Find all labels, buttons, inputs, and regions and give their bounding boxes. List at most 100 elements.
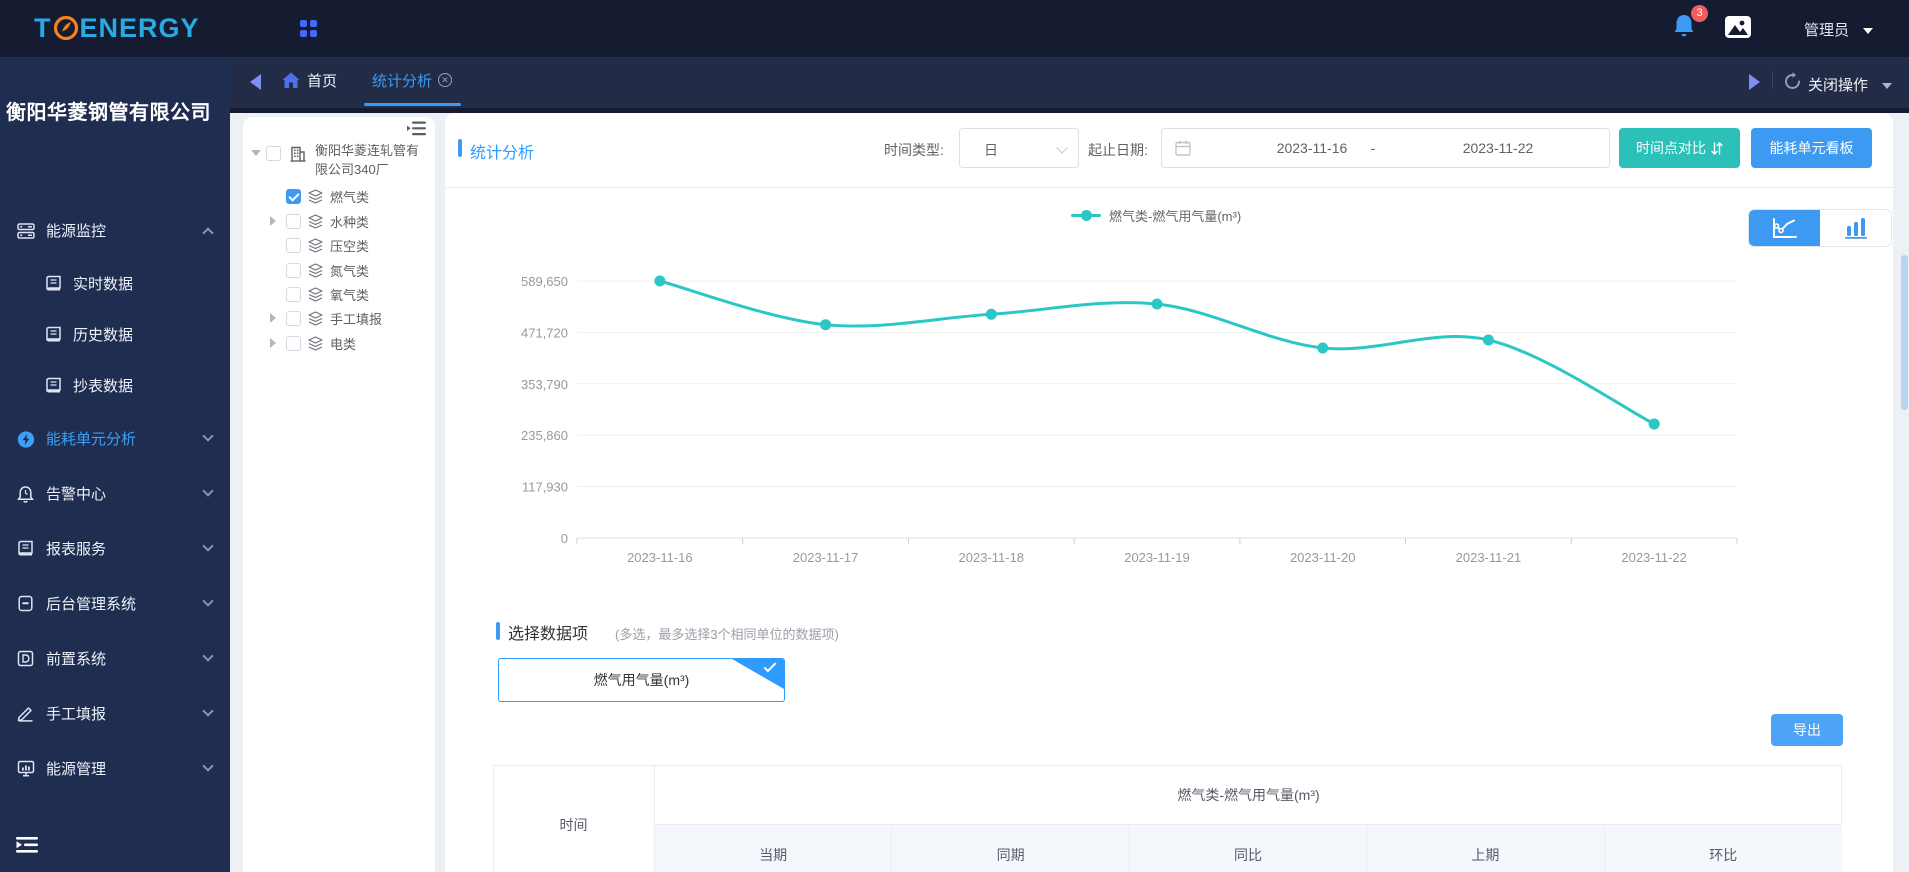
page-scrollbar-thumb[interactable] [1901,255,1908,410]
sidebar-item-4[interactable]: 后台管理系统 [0,576,230,631]
tree-node-0[interactable]: 燃气类 [286,184,369,208]
data-point[interactable] [820,319,832,331]
data-item-card[interactable]: 燃气用气量(m³) [498,658,785,702]
doc-icon [17,540,35,558]
sidebar-item-0[interactable]: 能源监控 [0,203,230,258]
sidebar-subitem[interactable]: 历史数据 [0,309,230,360]
notification-bell-icon[interactable]: 3 [1672,5,1708,43]
tree-node-checkbox[interactable] [286,262,301,278]
line-chart[interactable]: 0 117,930 235,860 353,790 471,720 589,650 2023… [445,225,1893,575]
data-point[interactable] [1648,418,1660,430]
top-header: T ENERGY 3 管理员 [0,0,1909,57]
caret-right-icon[interactable] [270,338,276,348]
tree-root-label[interactable]: 衡阳华菱连轧管有限公司340厂 [315,141,431,179]
caret-right-icon[interactable] [270,216,276,226]
server-icon [17,222,35,240]
screenshot-icon[interactable] [1724,15,1752,39]
layers-icon [308,237,323,253]
tab-close-icon[interactable]: ✕ [438,73,452,87]
chevron-down-icon [202,430,214,442]
title-accent-bar [458,139,462,157]
tree-node-checkbox[interactable] [286,237,301,253]
tree-collapse-icon[interactable] [407,121,426,136]
data-point[interactable] [1151,298,1163,310]
tree-root-checkbox[interactable] [266,146,281,161]
tree-node-checkbox[interactable] [286,335,301,351]
tab-home[interactable]: 首页 [282,70,337,91]
tree-root-caret-icon[interactable] [251,150,261,156]
table-column-header: 上期 [1367,825,1605,872]
sidebar-collapse-icon[interactable] [16,836,38,854]
sidebar-subitem[interactable]: 实时数据 [0,258,230,309]
admin-menu[interactable]: 管理员 [1804,19,1874,40]
sidebar-item-1[interactable]: 能耗单元分析 [0,411,230,466]
sidebar-item-label: 报表服务 [46,541,107,558]
tree-node-2[interactable]: 压空类 [286,233,369,257]
x-axis-tick-label: 2023-11-21 [1456,550,1522,565]
legend-label: 燃气类-燃气用气量(m³) [1109,209,1242,224]
data-item-label: 燃气用气量(m³) [593,672,690,688]
sidebar-subitem[interactable]: 抄表数据 [0,360,230,411]
app-root: T ENERGY 3 管理员 衡阳华菱钢管有限公司 能源监控 实时数据 历史数据 抄表数… [0,0,1909,872]
sidebar-item-6[interactable]: 手工填报 [0,686,230,741]
sidebar-item-label: 前置系统 [46,651,107,668]
tree-node-6[interactable]: 电类 [270,331,356,355]
data-point[interactable] [654,275,666,287]
tree-node-checkbox[interactable] [286,213,301,229]
tree-node-checkbox[interactable] [286,286,301,302]
time-type-select[interactable]: 日 [959,128,1079,168]
apps-grid-icon[interactable] [300,20,317,37]
x-axis-tick-label: 2023-11-20 [1290,550,1356,565]
building-icon [290,146,306,162]
data-point[interactable] [1482,334,1494,346]
tree-node-5[interactable]: 手工填报 [270,306,383,330]
sort-arrows-icon [1711,141,1723,155]
time-type-value: 日 [984,142,998,158]
logo-text-energy: ENERGY [79,12,200,43]
close-actions-caret-icon [1882,83,1893,90]
tree-node-label: 压空类 [330,238,370,254]
sidebar-item-7[interactable]: 能源管理 [0,741,230,796]
tree-node-label: 手工填报 [330,311,383,327]
tab-back-icon[interactable] [250,74,261,90]
sidebar-item-5[interactable]: 前置系统 [0,631,230,686]
time-compare-button[interactable]: 时间点对比 [1619,128,1740,168]
sidebar-item-label: 手工填报 [46,706,107,723]
bolt-icon [17,430,35,448]
tab-home-label: 首页 [307,73,338,90]
table-group-header: 燃气类-燃气用气量(m³) [655,765,1842,825]
chevron-down-icon [202,760,214,772]
tab-forward-icon[interactable] [1749,74,1760,90]
tree-node-checkbox[interactable] [286,310,301,326]
tree-node-checkbox[interactable] [286,188,301,204]
sidebar-subitem-label: 抄表数据 [73,378,134,395]
data-point[interactable] [1317,342,1329,354]
energy-unit-board-button[interactable]: 能耗单元看板 [1751,128,1872,168]
sidebar-item-label: 能源监控 [46,223,107,240]
sidebar-item-2[interactable]: 告警中心 [0,466,230,521]
chart-legend[interactable]: 燃气类-燃气用气量(m³) [1071,206,1241,225]
tree-node-4[interactable]: 氧气类 [286,282,369,306]
date-separator: - [1370,140,1376,156]
sidebar-menu: 能源监控实时数据历史数据抄表数据能耗单元分析 告警中心报表服务后台管理系统前置系统… [0,203,230,796]
refresh-icon[interactable] [1783,72,1802,91]
sidebar-item-label: 能耗单元分析 [46,431,137,448]
tree-node-3[interactable]: 氮气类 [286,258,369,282]
tab-statistics[interactable]: 统计分析 ✕ [362,57,462,103]
tree-node-1[interactable]: 水种类 [270,209,369,233]
tab-bar-bottom-strip [230,108,1909,113]
sidebar-subitem-label: 历史数据 [73,327,134,344]
layers-icon [308,310,323,326]
y-axis-tick-label: 0 [561,531,568,546]
doc-icon [45,377,62,394]
active-tab-underline [364,103,461,106]
close-actions-dropdown[interactable]: 关闭操作 [1808,74,1893,95]
caret-right-icon[interactable] [270,313,276,323]
export-button[interactable]: 导出 [1771,714,1843,746]
sidebar-item-label: 告警中心 [46,486,107,503]
date-range-input[interactable]: 2023-11-16 - 2023-11-22 [1161,128,1610,168]
data-point[interactable] [985,308,997,320]
sidebar-item-3[interactable]: 报表服务 [0,521,230,576]
y-axis-tick-label: 471,720 [521,325,568,340]
chevron-up-icon [202,227,214,239]
